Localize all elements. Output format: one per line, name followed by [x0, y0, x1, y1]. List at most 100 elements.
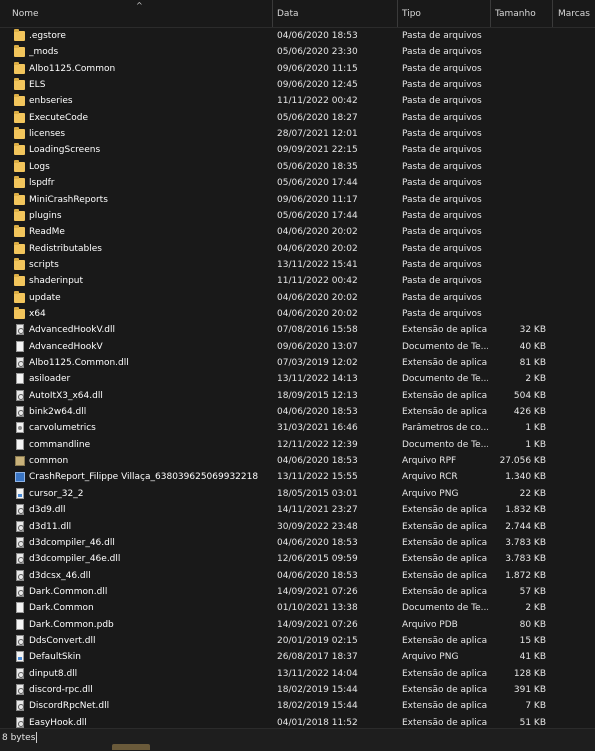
folder-icon — [14, 143, 25, 156]
file-row[interactable]: enbseries 11/11/2022 00:42 Pasta de arquiv… — [0, 93, 595, 109]
file-name: licenses — [29, 129, 66, 140]
taskbar-app-icon[interactable] — [112, 744, 150, 750]
file-type: Documento de Te... — [402, 439, 488, 450]
file-row[interactable]: Dark.Common.dll 14/09/2021 07:26 Extensão … — [0, 584, 595, 600]
file-size: 3.783 KB — [505, 554, 546, 565]
file-row[interactable]: update 04/06/2020 20:02 Pasta de arquivos — [0, 290, 595, 306]
file-row[interactable]: ELS 09/06/2020 12:45 Pasta de arquivos — [0, 77, 595, 93]
file-row[interactable]: Logs 05/06/2020 18:35 Pasta de arquivos — [0, 159, 595, 175]
column-divider[interactable] — [490, 0, 491, 27]
file-type: Pasta de arquivos — [402, 96, 482, 107]
file-row[interactable]: Dark.Common 01/10/2021 13:38 Documento de … — [0, 600, 595, 616]
column-header-date[interactable]: Data — [277, 9, 299, 19]
column-header-type[interactable]: Tipo — [402, 9, 421, 19]
file-row[interactable]: Albo1125.Common.dll 07/03/2019 12:02 Exten… — [0, 355, 595, 371]
file-name: scripts — [29, 259, 59, 270]
file-date: 14/11/2021 23:27 — [277, 505, 358, 516]
file-row[interactable]: d3dcompiler_46.dll 04/06/2020 18:53 Extens… — [0, 535, 595, 551]
file-row[interactable]: ExecuteCode 05/06/2020 18:27 Pasta de arqu… — [0, 110, 595, 126]
file-row[interactable]: d3dcsx_46.dll 04/06/2020 18:53 Extensão de… — [0, 568, 595, 584]
file-name: ReadMe — [29, 227, 65, 238]
config-icon — [16, 422, 24, 434]
folder-icon — [14, 306, 25, 319]
file-date: 04/06/2020 18:53 — [277, 537, 358, 548]
column-header-tags[interactable]: Marcas — [558, 9, 590, 19]
file-date: 14/09/2021 07:26 — [277, 586, 358, 597]
file-name: EasyHook.dll — [29, 717, 87, 728]
file-date: 12/11/2022 12:39 — [277, 439, 358, 450]
file-icon — [16, 340, 24, 352]
file-size: 1.832 KB — [505, 505, 546, 516]
file-row[interactable]: .egstore 04/06/2020 18:53 Pasta de arquivo… — [0, 28, 595, 44]
file-name: carvolumetrics — [29, 423, 96, 434]
column-divider[interactable] — [272, 0, 273, 27]
file-name: CrashReport_Filippe Villaça_638039625069… — [29, 472, 259, 483]
column-divider[interactable] — [552, 0, 553, 27]
file-list[interactable]: .egstore 04/06/2020 18:53 Pasta de arquivo… — [0, 28, 595, 728]
file-date: 13/11/2022 15:41 — [277, 259, 358, 270]
file-row[interactable]: _mods 05/06/2020 23:30 Pasta de arquivos — [0, 44, 595, 60]
file-row[interactable]: plugins 05/06/2020 17:44 Pasta de arquivos — [0, 208, 595, 224]
dll-icon — [16, 324, 24, 336]
file-name: asiloader — [29, 374, 71, 385]
file-type: Arquivo PNG — [402, 652, 459, 663]
file-size: 1 KB — [525, 439, 546, 450]
file-row[interactable]: scripts 13/11/2022 15:41 Pasta de arquivos — [0, 257, 595, 273]
file-row[interactable]: DefaultSkin 26/08/2017 18:37 Arquivo PNG 41… — [0, 649, 595, 665]
file-date: 04/06/2020 20:02 — [277, 308, 358, 319]
file-size: 51 KB — [519, 717, 546, 728]
file-name: d3d9.dll — [29, 505, 66, 516]
file-row[interactable]: Dark.Common.pdb 14/09/2021 07:26 Arquivo P… — [0, 617, 595, 633]
folder-icon — [14, 208, 25, 221]
file-row[interactable]: licenses 28/07/2021 12:01 Pasta de arquivo… — [0, 126, 595, 142]
file-row[interactable]: bink2w64.dll 04/06/2020 18:53 Extensão de … — [0, 404, 595, 420]
column-divider[interactable] — [397, 0, 398, 27]
file-row[interactable]: d3dcompiler_46e.dll 12/06/2015 09:59 Exten… — [0, 551, 595, 567]
file-row[interactable]: AdvancedHookV 09/06/2020 13:07 Documento d… — [0, 339, 595, 355]
file-name: lspdfr — [29, 178, 55, 189]
file-row[interactable]: discord-rpc.dll 18/02/2019 15:44 Extensão … — [0, 682, 595, 698]
file-row[interactable]: CrashReport_Filippe Villaça_638039625069… — [0, 469, 595, 485]
file-row[interactable]: lspdfr 05/06/2020 17:44 Pasta de arquivos — [0, 175, 595, 191]
file-row[interactable]: EasyHook.dll 04/01/2018 11:52 Extensão de … — [0, 715, 595, 728]
file-row[interactable]: Albo1125.Common 09/06/2020 11:15 Pasta de … — [0, 61, 595, 77]
file-name: d3d11.dll — [29, 521, 72, 532]
file-name: Logs — [29, 161, 50, 172]
file-row[interactable]: AutoItX3_x64.dll 18/09/2015 12:13 Extensão… — [0, 388, 595, 404]
file-row[interactable]: cursor_32_2 18/05/2015 03:01 Arquivo PNG 22… — [0, 486, 595, 502]
folder-icon — [14, 45, 25, 58]
file-row[interactable]: shaderinput 11/11/2022 00:42 Pasta de arqu… — [0, 273, 595, 289]
file-name: MiniCrashReports — [29, 194, 108, 205]
folder-icon — [14, 241, 25, 254]
file-type: Extensão de aplica... — [402, 390, 488, 401]
file-row[interactable]: carvolumetrics 31/03/2021 16:46 Parâmetros… — [0, 420, 595, 436]
file-name: shaderinput — [29, 276, 84, 287]
file-name: Dark.Common.pdb — [29, 619, 114, 630]
file-date: 28/07/2021 12:01 — [277, 129, 358, 140]
file-row[interactable]: common 04/06/2020 18:53 Arquivo RPF 27.056 … — [0, 453, 595, 469]
file-type: Pasta de arquivos — [402, 129, 482, 140]
file-row[interactable]: d3d9.dll 14/11/2021 23:27 Extensão de apli… — [0, 502, 595, 518]
dll-icon — [16, 716, 24, 728]
file-row[interactable]: dinput8.dll 13/11/2022 14:04 Extensão de a… — [0, 666, 595, 682]
file-row[interactable]: DdsConvert.dll 20/01/2019 02:15 Extensão d… — [0, 633, 595, 649]
file-date: 11/11/2022 00:42 — [277, 276, 358, 287]
dll-icon — [16, 536, 24, 548]
file-row[interactable]: AdvancedHookV.dll 07/08/2016 15:58 Extensã… — [0, 322, 595, 338]
file-row[interactable]: x64 04/06/2020 20:02 Pasta de arquivos — [0, 306, 595, 322]
file-name: dinput8.dll — [29, 668, 78, 679]
dll-icon — [16, 569, 24, 581]
file-row[interactable]: ReadMe 04/06/2020 20:02 Pasta de arquivos — [0, 224, 595, 240]
file-row[interactable]: MiniCrashReports 09/06/2020 11:17 Pasta de… — [0, 192, 595, 208]
file-row[interactable]: d3d11.dll 30/09/2022 23:48 Extensão de apl… — [0, 519, 595, 535]
file-date: 04/06/2020 18:53 — [277, 456, 358, 467]
file-row[interactable]: Redistributables 04/06/2020 20:02 Pasta de… — [0, 241, 595, 257]
file-row[interactable]: DiscordRpcNet.dll 18/02/2019 15:44 Extensã… — [0, 698, 595, 714]
file-name: common — [29, 456, 69, 467]
column-header-size[interactable]: Tamanho — [495, 9, 536, 19]
file-row[interactable]: LoadingScreens 09/09/2021 22:15 Pasta de a… — [0, 142, 595, 158]
column-header-name[interactable]: Nome — [12, 9, 39, 19]
file-name: d3dcompiler_46e.dll — [29, 554, 121, 565]
file-row[interactable]: asiloader 13/11/2022 14:13 Documento de Te… — [0, 371, 595, 387]
file-row[interactable]: commandline 12/11/2022 12:39 Documento de … — [0, 437, 595, 453]
